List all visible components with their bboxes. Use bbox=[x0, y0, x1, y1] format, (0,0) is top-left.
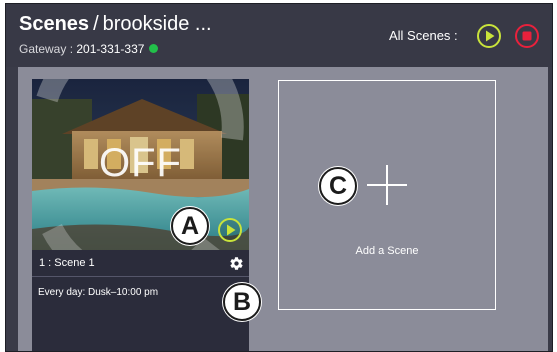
play-circle-icon bbox=[477, 24, 501, 48]
scene-name: 1 : Scene 1 bbox=[39, 257, 95, 269]
plus-icon bbox=[367, 165, 407, 205]
gateway-id: 201-331-337 bbox=[76, 42, 145, 56]
callout-a: A bbox=[171, 207, 209, 245]
all-scenes-label: All Scenes : bbox=[389, 28, 458, 43]
add-scene-button[interactable]: Add a Scene bbox=[278, 80, 496, 310]
scene-card[interactable]: OFF 1 : Scene 1 Every day: Dusk–10:00 pm bbox=[32, 79, 249, 351]
play-all-button[interactable] bbox=[476, 23, 502, 49]
scenes-content: OFF 1 : Scene 1 Every day: Dusk–10:00 pm bbox=[18, 67, 548, 351]
scenes-app: Scenes / brookside ... Gateway : 201-331-3… bbox=[5, 3, 553, 352]
gear-icon bbox=[230, 257, 243, 270]
scene-image: OFF bbox=[32, 79, 249, 250]
title-main: Scenes bbox=[19, 13, 90, 35]
add-scene-label: Add a Scene bbox=[355, 245, 419, 257]
play-circle-icon bbox=[218, 218, 242, 242]
title-location[interactable]: brookside ... bbox=[103, 13, 212, 35]
stop-all-button[interactable] bbox=[514, 23, 540, 49]
scene-settings-button[interactable] bbox=[229, 256, 244, 271]
header: Scenes / brookside ... Gateway : 201-331-3… bbox=[6, 4, 552, 67]
scene-state-label: OFF bbox=[99, 141, 182, 185]
scene-title-bar: 1 : Scene 1 bbox=[32, 250, 249, 277]
page-title: Scenes / brookside ... bbox=[19, 13, 212, 36]
gateway-info: Gateway : 201-331-337 bbox=[19, 42, 159, 56]
gateway-label: Gateway : bbox=[19, 42, 74, 56]
callout-c: C bbox=[319, 167, 357, 205]
gateway-status-dot bbox=[149, 44, 159, 54]
scene-schedule: Every day: Dusk–10:00 pm bbox=[38, 287, 159, 298]
title-separator: / bbox=[93, 13, 99, 35]
callout-b: B bbox=[223, 283, 261, 321]
stop-circle-icon bbox=[515, 24, 539, 48]
scene-play-button[interactable] bbox=[217, 217, 243, 243]
